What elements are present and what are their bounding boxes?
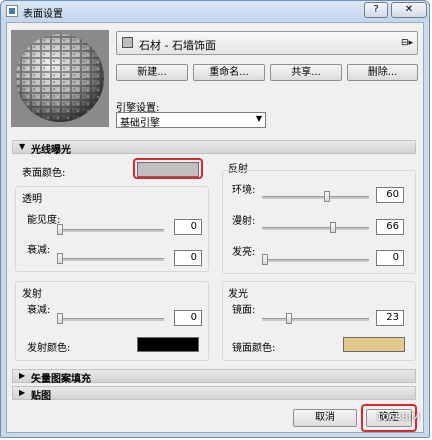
title-bar[interactable]: 表面设置 ? ✕ <box>1 1 429 21</box>
section-texture[interactable]: ▶ 贴图 <box>12 386 416 402</box>
gloss-specular-label: 镜面: <box>232 305 256 316</box>
collapse-icon: ▼ <box>19 142 26 151</box>
opacity-slider[interactable] <box>57 224 164 236</box>
ambient-label: 环境: <box>232 185 256 196</box>
material-options-icon[interactable]: ⊟▸ <box>401 38 413 48</box>
engine-value: 基础引擎 <box>120 118 160 129</box>
close-button[interactable]: ✕ <box>391 2 427 18</box>
slider-thumb[interactable] <box>262 254 268 265</box>
emission-attenuation-slider[interactable] <box>57 313 164 325</box>
help-button[interactable]: ? <box>364 2 388 18</box>
transparency-attenuation-input[interactable]: 0 <box>174 250 202 266</box>
slider-thumb[interactable] <box>324 191 330 202</box>
engine-dropdown[interactable]: 基础引擎 ▼ <box>116 112 266 129</box>
material-preview <box>11 30 109 127</box>
window-title: 表面设置 <box>23 9 63 20</box>
chevron-down-icon: ▼ <box>255 114 262 123</box>
material-swatch <box>122 37 133 48</box>
surface-color-label: 表面颜色: <box>22 168 66 179</box>
delete-button[interactable]: 删除... <box>347 64 418 81</box>
material-name: 石材 - 石墙饰面 <box>139 39 216 52</box>
emission-attenuation-input[interactable]: 0 <box>174 310 202 326</box>
cancel-button[interactable]: 取消 <box>293 409 357 427</box>
specular-slider[interactable] <box>262 254 369 266</box>
transparency-attenuation-slider[interactable] <box>57 253 164 265</box>
diffuse-input[interactable]: 66 <box>376 219 404 235</box>
specular-label: 发亮: <box>232 247 256 258</box>
new-button[interactable]: 新建... <box>116 64 188 81</box>
opacity-input[interactable]: 0 <box>174 219 202 235</box>
gloss-color-label: 镜面颜色: <box>232 343 276 354</box>
diffuse-label: 漫射: <box>232 216 256 227</box>
expand-icon: ▶ <box>19 388 26 397</box>
slider-thumb[interactable] <box>286 313 292 324</box>
section-title: 贴图 <box>31 391 51 402</box>
watermark-text: 1068BIM <box>376 412 420 423</box>
opacity-label: 能见度: <box>27 215 61 226</box>
gloss-specular-slider[interactable] <box>262 313 369 325</box>
section-lighting[interactable]: ▼ 光线曝光 <box>12 140 416 156</box>
transparency-attenuation-label: 衰减: <box>27 245 51 256</box>
emission-color-label: 发射颜色: <box>27 343 71 354</box>
rename-button[interactable]: 重命名... <box>193 64 265 81</box>
share-button[interactable]: 共享... <box>270 64 342 81</box>
slider-thumb[interactable] <box>57 224 63 235</box>
app-icon <box>6 5 18 17</box>
slider-thumb[interactable] <box>57 313 63 324</box>
gloss-color-swatch[interactable] <box>343 337 405 352</box>
ambient-slider[interactable] <box>262 191 369 203</box>
specular-input[interactable]: 0 <box>376 250 404 266</box>
emission-title: 发射 <box>22 289 42 300</box>
transparency-title: 透明 <box>22 194 42 205</box>
emission-attenuation-label: 衰减: <box>27 305 51 316</box>
gloss-title: 发光 <box>228 289 248 300</box>
stone-sphere-preview <box>11 30 109 127</box>
section-title: 矢量图案填充 <box>31 374 91 385</box>
ambient-input[interactable]: 60 <box>376 187 404 203</box>
highlight-surface-color <box>133 158 203 179</box>
diffuse-slider[interactable] <box>262 222 369 234</box>
emission-color-swatch[interactable] <box>137 337 199 352</box>
expand-icon: ▶ <box>19 371 26 380</box>
material-selector[interactable]: 石材 - 石墙饰面 ⊟▸ <box>116 31 418 55</box>
slider-thumb[interactable] <box>330 222 336 233</box>
section-vector-hatching[interactable]: ▶ 矢量图案填充 <box>12 369 416 385</box>
section-title: 光线曝光 <box>31 145 71 156</box>
gloss-specular-input[interactable]: 23 <box>376 310 404 326</box>
slider-thumb[interactable] <box>57 253 63 264</box>
